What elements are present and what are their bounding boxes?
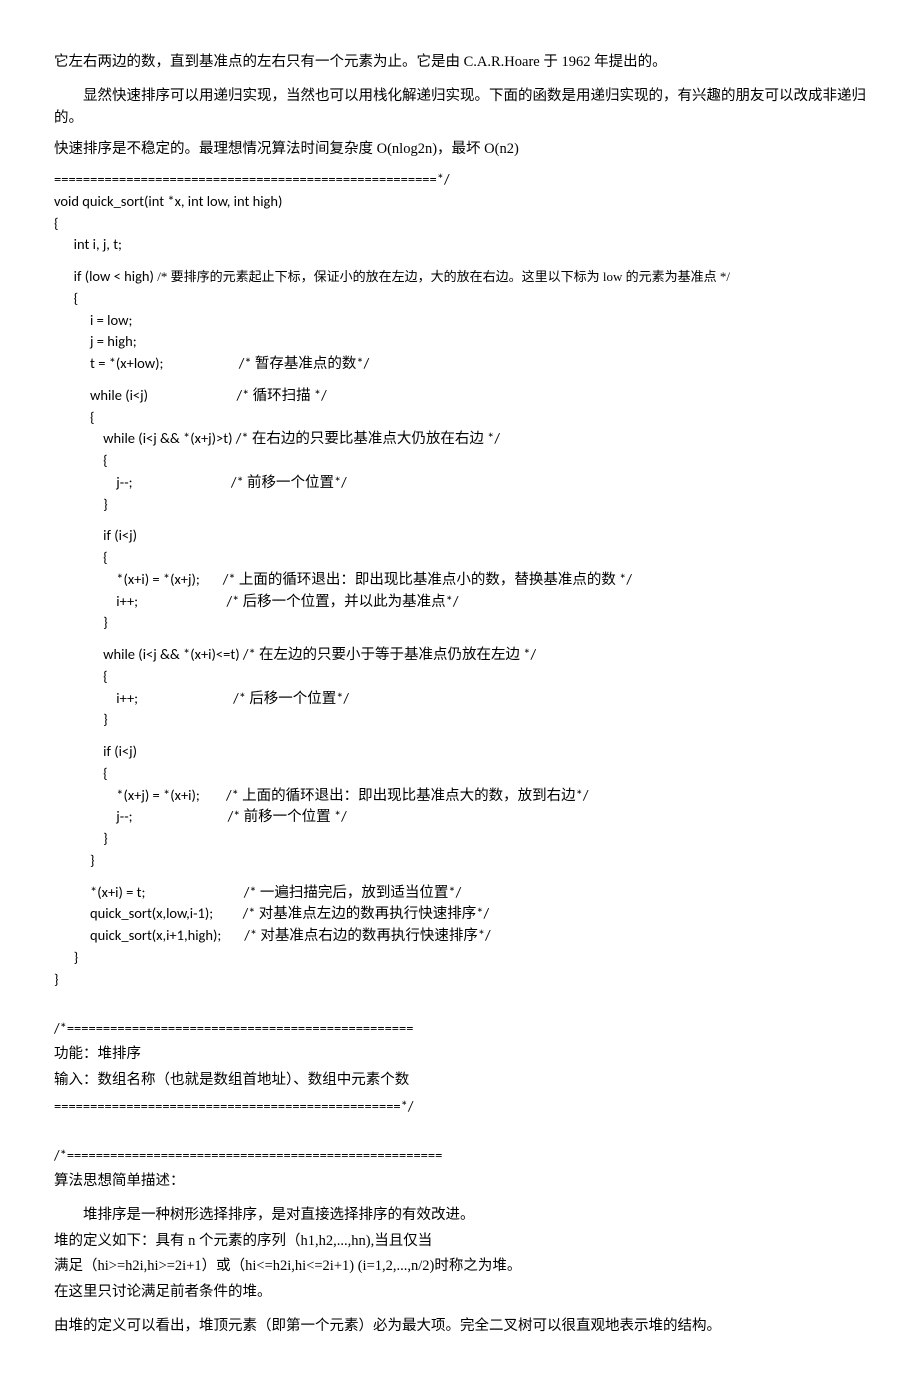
paragraph-intro-3: 快速排序是不稳定的。最理想情况算法时间复杂度 O(nlog2n)，最坏 O(n2…	[54, 139, 866, 161]
code-line: {	[54, 288, 866, 310]
code-line: quick_sort(x,i+1,high); /* 对基准点右边的数再执行快速…	[54, 925, 866, 947]
code-text: if (low < high)	[54, 267, 157, 285]
code-line: {	[54, 407, 866, 429]
code-line: /*======================================…	[54, 1018, 866, 1040]
code-line: 功能：堆排序	[54, 1044, 866, 1066]
code-line: if (low < high) /* 要排序的元素起止下标，保证小的放在左边，大…	[54, 266, 866, 288]
comment-block-heapsort-desc: /*======================================…	[54, 1145, 866, 1193]
code-line: ========================================…	[54, 169, 866, 191]
code-line: t = *(x+low); /* 暂存基准点的数*/	[54, 353, 866, 375]
code-line: {	[54, 547, 866, 569]
paragraph-heap-3: 满足（hi>=h2i,hi>=2i+1）或（hi<=h2i,hi<=2i+1) …	[54, 1256, 866, 1278]
code-line: i++; /* 后移一个位置*/	[54, 688, 866, 710]
code-line: ========================================…	[54, 1096, 866, 1118]
code-line: while (i<j && *(x+j)>t) /* 在右边的只要比基准点大仍放…	[54, 428, 866, 450]
paragraph-heap-5: 由堆的定义可以看出，堆顶元素（即第一个元素）必为最大项。完全二叉树可以很直观地表…	[54, 1316, 866, 1338]
paragraph-heap-1: 堆排序是一种树形选择排序，是对直接选择排序的有效改进。	[54, 1205, 866, 1227]
code-line: }	[54, 947, 866, 969]
code-line: *(x+i) = *(x+j); /* 上面的循环退出：即出现比基准点小的数，替…	[54, 569, 866, 591]
code-line: }	[54, 850, 866, 872]
code-line: }	[54, 969, 866, 991]
code-line: {	[54, 763, 866, 785]
code-line: j--; /* 前移一个位置 */	[54, 806, 866, 828]
code-line: }	[54, 494, 866, 516]
code-line: if (i<j)	[54, 525, 866, 547]
code-line: }	[54, 612, 866, 634]
code-comment: /* 要排序的元素起止下标，保证小的放在左边，大的放在右边。这里以下标为 low…	[157, 269, 730, 284]
code-line: void quick_sort(int *x, int low, int hig…	[54, 191, 866, 213]
code-line: while (i<j && *(x+i)<=t) /* 在左边的只要小于等于基准…	[54, 644, 866, 666]
comment-block-heapsort-header: /*======================================…	[54, 1018, 866, 1117]
code-line: if (i<j)	[54, 741, 866, 763]
code-line: {	[54, 666, 866, 688]
paragraph-intro-2: 显然快速排序可以用递归实现，当然也可以用栈化解递归实现。下面的函数是用递归实现的…	[54, 86, 866, 130]
code-line: 算法思想简单描述：	[54, 1171, 866, 1193]
code-line: {	[54, 213, 866, 235]
code-line: quick_sort(x,low,i-1); /* 对基准点左边的数再执行快速排…	[54, 903, 866, 925]
code-block-quicksort: ========================================…	[54, 169, 866, 990]
code-line: int i, j, t;	[54, 234, 866, 256]
code-line: {	[54, 450, 866, 472]
paragraph-intro-1: 它左右两边的数，直到基准点的左右只有一个元素为止。它是由 C.A.R.Hoare…	[54, 52, 866, 74]
code-line: 输入：数组名称（也就是数组首地址）、数组中元素个数	[54, 1070, 866, 1092]
code-line: j = high;	[54, 331, 866, 353]
paragraph-heap-2: 堆的定义如下：具有 n 个元素的序列（h1,h2,...,hn),当且仅当	[54, 1231, 866, 1253]
code-line: j--; /* 前移一个位置*/	[54, 472, 866, 494]
code-line: }	[54, 709, 866, 731]
code-line: }	[54, 828, 866, 850]
code-line: i++; /* 后移一个位置，并以此为基准点*/	[54, 591, 866, 613]
code-line: while (i<j) /* 循环扫描 */	[54, 385, 866, 407]
code-line: *(x+j) = *(x+i); /* 上面的循环退出：即出现比基准点大的数，放…	[54, 785, 866, 807]
code-line: /*======================================…	[54, 1145, 866, 1167]
code-line: *(x+i) = t; /* 一遍扫描完后，放到适当位置*/	[54, 882, 866, 904]
code-line: i = low;	[54, 310, 866, 332]
paragraph-heap-4: 在这里只讨论满足前者条件的堆。	[54, 1282, 866, 1304]
